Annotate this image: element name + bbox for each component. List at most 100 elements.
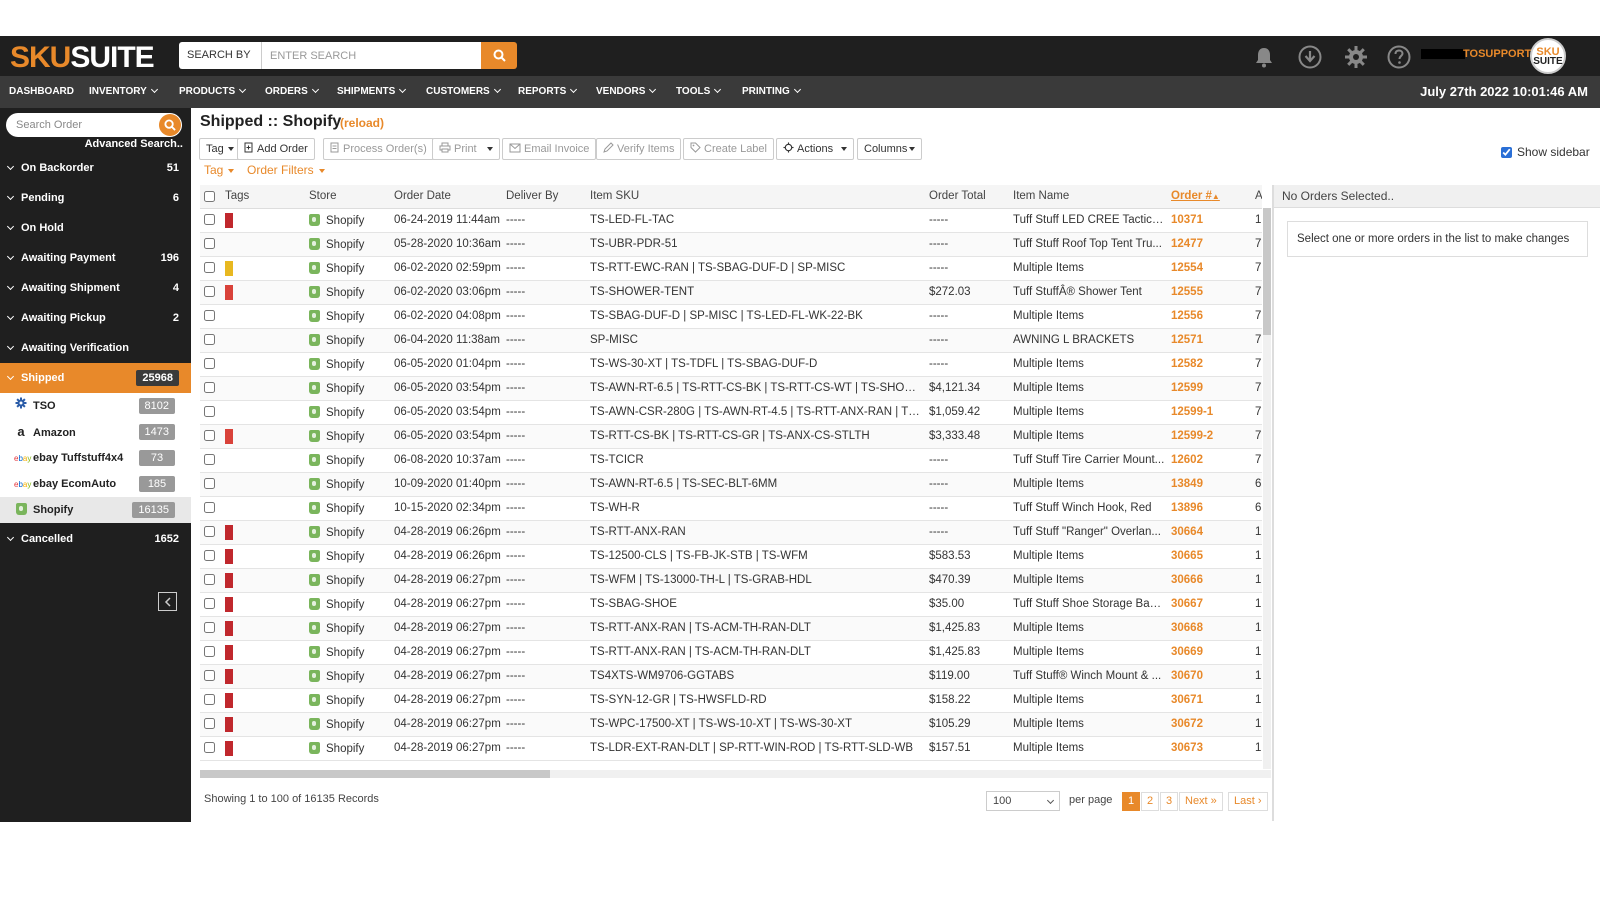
table-row[interactable]: Shopify 04-28-2019 06:27pm ----- TS-SBAG-SH… — [200, 592, 1262, 617]
status-awaiting-pickup[interactable]: Awaiting Pickup 2 — [0, 303, 191, 333]
vertical-scrollbar[interactable] — [1263, 208, 1271, 769]
settings-button[interactable] — [1343, 44, 1369, 70]
row-checkbox[interactable] — [204, 742, 215, 754]
col-header-store[interactable]: Store — [305, 185, 390, 209]
row-checkbox[interactable] — [204, 454, 215, 466]
col-header-tags[interactable]: Tags — [221, 185, 305, 209]
scrollbar-thumb[interactable] — [200, 770, 550, 778]
status-cancelled[interactable]: Cancelled 1652 — [0, 524, 191, 554]
order-number-link[interactable]: 10371 — [1167, 208, 1251, 233]
table-row[interactable]: Shopify 04-28-2019 06:27pm ----- TS-RTT-ANX… — [200, 616, 1262, 641]
col-header-age[interactable]: Ag — [1251, 185, 1262, 209]
order-number-link[interactable]: 30664 — [1167, 520, 1251, 545]
scrollbar-thumb[interactable] — [1263, 208, 1271, 335]
table-row[interactable]: Shopify 05-28-2020 10:36am ----- TS-UBR-PDR… — [200, 232, 1262, 257]
order-search-button[interactable] — [159, 114, 181, 136]
table-row[interactable]: Shopify 04-28-2019 06:27pm ----- TS-WFM | T… — [200, 568, 1262, 593]
collapse-sidebar-button[interactable] — [158, 592, 177, 611]
order-number-link[interactable]: 12477 — [1167, 232, 1251, 257]
avatar[interactable]: SKU SUITE — [1530, 38, 1566, 74]
order-number-link[interactable]: 12599-1 — [1167, 400, 1251, 425]
table-row[interactable]: Shopify 06-02-2020 02:59pm ----- TS-RTT-EWC… — [200, 256, 1262, 281]
table-row[interactable]: Shopify 04-28-2019 06:26pm ----- TS-12500-C… — [200, 544, 1262, 569]
row-checkbox[interactable] — [204, 238, 215, 250]
row-checkbox[interactable] — [204, 502, 215, 514]
nav-orders[interactable]: ORDERS — [265, 76, 319, 108]
table-row[interactable]: Shopify 06-08-2020 10:37am ----- TS-TCICR --… — [200, 448, 1262, 473]
row-checkbox[interactable] — [204, 478, 215, 490]
row-checkbox[interactable] — [204, 262, 215, 274]
store-ebay-1[interactable]: ebay ebay Tuffstuff4x4 73 — [0, 445, 191, 471]
actions-button[interactable]: Actions — [776, 138, 855, 160]
row-checkbox[interactable] — [204, 430, 215, 442]
download-button[interactable] — [1297, 44, 1323, 70]
nav-customers[interactable]: CUSTOMERS — [426, 76, 501, 108]
nav-printing[interactable]: PRINTING — [742, 76, 801, 108]
store-shopify[interactable]: Shopify 16135 — [0, 497, 191, 523]
search-by-dropdown[interactable]: SEARCH BY — [179, 42, 262, 85]
order-number-link[interactable]: 30669 — [1167, 640, 1251, 665]
order-number-link[interactable]: 12599 — [1167, 376, 1251, 401]
table-row[interactable]: Shopify 06-05-2020 01:04pm ----- TS-WS-30-X… — [200, 352, 1262, 377]
col-header-item-sku[interactable]: Item SKU — [586, 185, 925, 209]
row-checkbox[interactable] — [204, 358, 215, 370]
order-filters[interactable]: Order Filters — [247, 163, 325, 177]
order-number-link[interactable]: 12599-2 — [1167, 424, 1251, 449]
nav-reports[interactable]: REPORTS — [518, 76, 578, 108]
create-label-button[interactable]: Create Label — [683, 138, 774, 160]
table-row[interactable]: Shopify 06-05-2020 03:54pm ----- TS-RTT-CS-… — [200, 424, 1262, 449]
notifications-button[interactable] — [1251, 44, 1277, 70]
table-row[interactable]: Shopify 04-28-2019 06:27pm ----- TS4XTS-WM9… — [200, 664, 1262, 689]
tag-button[interactable]: Tag — [199, 138, 241, 160]
row-checkbox[interactable] — [204, 718, 215, 730]
row-checkbox[interactable] — [204, 526, 215, 538]
page-1[interactable]: 1 — [1122, 792, 1141, 811]
show-sidebar-checkbox[interactable] — [1501, 146, 1512, 158]
table-row[interactable]: Shopify 04-28-2019 06:27pm ----- TS-SYN-12-… — [200, 688, 1262, 713]
order-number-link[interactable]: 12556 — [1167, 304, 1251, 329]
nav-dashboard[interactable]: DASHBOARD — [9, 76, 74, 108]
col-header-deliver-by[interactable]: Deliver By — [502, 185, 586, 209]
reload-link[interactable]: (reload) — [340, 116, 384, 130]
page-2[interactable]: 2 — [1141, 792, 1160, 811]
col-header-order-number[interactable]: Order #▲ — [1167, 185, 1251, 209]
nav-inventory[interactable]: INVENTORY — [89, 76, 158, 108]
row-checkbox[interactable] — [204, 550, 215, 562]
columns-button[interactable]: Columns — [857, 138, 923, 160]
table-row[interactable]: Shopify 04-28-2019 06:27pm ----- TS-WPC-175… — [200, 712, 1262, 737]
order-number-link[interactable]: 30673 — [1167, 736, 1251, 761]
order-number-link[interactable]: 13896 — [1167, 496, 1251, 521]
table-row[interactable]: Shopify 06-05-2020 03:54pm ----- TS-AWN-RT-… — [200, 376, 1262, 401]
email-invoice-button[interactable]: Email Invoice — [502, 138, 597, 160]
row-checkbox[interactable] — [204, 286, 215, 298]
verify-items-button[interactable]: Verify Items — [596, 138, 682, 160]
horizontal-scrollbar[interactable] — [200, 770, 1271, 778]
order-number-link[interactable]: 30668 — [1167, 616, 1251, 641]
row-checkbox[interactable] — [204, 694, 215, 706]
nav-tools[interactable]: TOOLS — [676, 76, 722, 108]
order-number-link[interactable]: 30667 — [1167, 592, 1251, 617]
col-header-item-name[interactable]: Item Name — [1009, 185, 1167, 209]
order-number-link[interactable]: 30666 — [1167, 568, 1251, 593]
nav-shipments[interactable]: SHIPMENTS — [337, 76, 407, 108]
global-search-button[interactable] — [481, 42, 517, 69]
page-3[interactable]: 3 — [1160, 792, 1179, 811]
per-page-select[interactable]: 100 — [986, 791, 1060, 811]
user-menu[interactable]: TOSUPPORT — [1421, 48, 1531, 60]
col-header-order-total[interactable]: Order Total — [925, 185, 1009, 209]
global-search-input[interactable] — [262, 42, 481, 69]
order-number-link[interactable]: 30665 — [1167, 544, 1251, 569]
status-awaiting-shipment[interactable]: Awaiting Shipment 4 — [0, 273, 191, 303]
help-button[interactable] — [1386, 44, 1412, 70]
order-number-link[interactable]: 12571 — [1167, 328, 1251, 353]
status-awaiting-verification[interactable]: Awaiting Verification — [0, 333, 191, 363]
last-page[interactable]: Last › — [1228, 792, 1268, 811]
order-number-link[interactable]: 30672 — [1167, 712, 1251, 737]
nav-products[interactable]: PRODUCTS — [179, 76, 247, 108]
table-row[interactable]: Shopify 06-04-2020 11:38am ----- SP-MISC ---… — [200, 328, 1262, 353]
table-row[interactable]: Shopify 10-09-2020 01:40pm ----- TS-AWN-RT-… — [200, 472, 1262, 497]
table-row[interactable]: Shopify 06-24-2019 11:44am ----- TS-LED-FL-… — [200, 208, 1262, 233]
skusuite-logo[interactable]: SKUSUITE — [10, 41, 155, 75]
row-checkbox[interactable] — [204, 310, 215, 322]
table-row[interactable]: Shopify 06-05-2020 03:54pm ----- TS-AWN-CSR… — [200, 400, 1262, 425]
